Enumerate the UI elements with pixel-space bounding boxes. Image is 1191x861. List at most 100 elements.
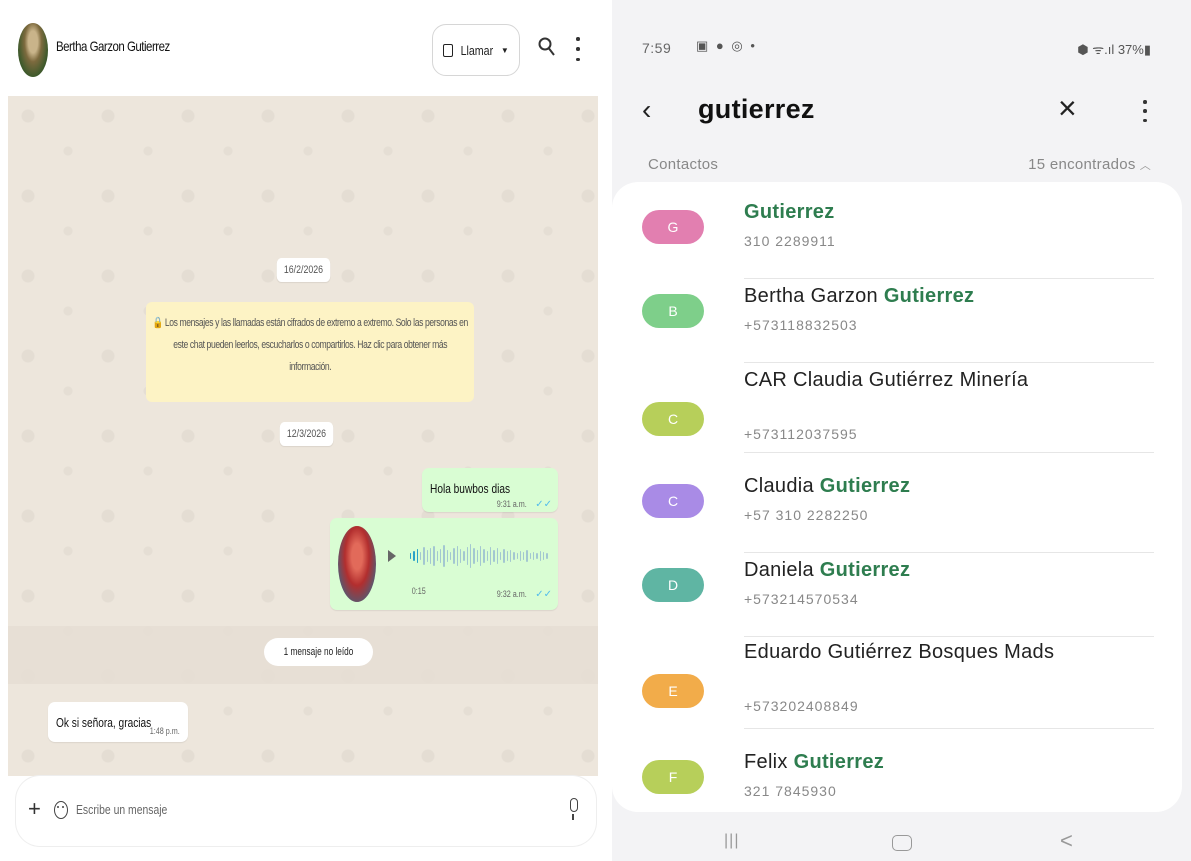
contact-row[interactable]: D Daniela Gutierrez +573214570534 [612, 556, 1182, 638]
voice-avatar [338, 526, 376, 602]
contact-name-match: Gutierrez [819, 559, 911, 581]
audio-waveform[interactable] [410, 542, 548, 570]
incoming-message[interactable]: Ok si señora, gracias 1:48 p.m. [48, 702, 188, 742]
waveform-bar [416, 549, 418, 563]
call-label: Llamar [460, 42, 494, 58]
contact-avatar: F [642, 760, 704, 794]
waveform-bar [479, 546, 482, 566]
close-icon[interactable]: × [1058, 92, 1077, 124]
waveform-bar [533, 552, 535, 560]
waveform-bar [536, 553, 538, 559]
home-icon[interactable] [892, 835, 912, 851]
waveform-bar [516, 553, 518, 559]
more-options-icon[interactable] [1142, 100, 1148, 122]
waveform-bar [443, 545, 445, 567]
play-icon[interactable] [388, 550, 396, 562]
waveform-bar [423, 547, 425, 565]
message-time: 9:32 a.m. [497, 589, 528, 599]
contact-avatar: G [642, 210, 704, 244]
contact-row[interactable]: E Eduardo Gutiérrez Bosques Mads +573202… [612, 638, 1182, 730]
message-input[interactable] [76, 802, 444, 817]
waveform-bar [433, 546, 435, 566]
contact-phone: +573112037595 [744, 426, 858, 442]
chevron-up-icon: ︿ [1139, 160, 1151, 172]
waveform-bar [483, 549, 485, 563]
waveform-bar [493, 550, 495, 562]
waveform-bar [489, 547, 492, 565]
waveform-bar [439, 549, 442, 563]
contact-name: Felix Gutierrez [744, 750, 1144, 775]
contact-phone: +573118832503 [744, 317, 858, 333]
waveform-bar [513, 552, 515, 560]
contact-avatar: C [642, 402, 704, 436]
battery-indicator: ⬢ ᯤ.ıl 37%▮ [1077, 42, 1151, 57]
waveform-bar [506, 551, 508, 561]
waveform-bar [486, 551, 488, 561]
plus-icon[interactable]: + [28, 798, 41, 820]
sticker-icon[interactable] [54, 801, 68, 819]
read-receipt-icon: ✓✓ [535, 589, 552, 600]
read-receipt-icon: ✓✓ [535, 499, 552, 510]
search-query[interactable]: gutierrez [698, 94, 815, 125]
contact-row[interactable]: F Felix Gutierrez 321 7845930 [612, 748, 1182, 808]
contact-name-text: Claudia [744, 475, 820, 497]
chat-window: Bertha Garzon Gutierrez Llamar ▼ 16/2/20… [0, 0, 606, 861]
contact-name-text: Eduardo Gutiérrez Bosques Mads [744, 641, 1055, 663]
contact-name-match: Gutierrez [793, 751, 885, 773]
message-time: 9:31 a.m. [497, 499, 528, 509]
contact-avatar: E [642, 674, 704, 708]
voice-duration: 0:15 [411, 586, 426, 596]
waveform-bar [446, 550, 448, 562]
contact-name-text: CAR Claudia Gutiérrez Minería [744, 369, 1029, 391]
waveform-bar [546, 553, 548, 559]
waveform-bar [529, 553, 532, 559]
waveform-bar [419, 552, 422, 560]
waveform-bar [436, 551, 438, 561]
waveform-bar [519, 551, 522, 561]
notification-icons: ▣ ● ◎ • [696, 38, 757, 53]
contact-row[interactable]: G Gutierrez 310 2289911 [612, 198, 1182, 280]
voice-message[interactable]: 0:15 9:32 a.m. ✓✓ [330, 518, 558, 610]
waveform-bar [410, 553, 412, 559]
contact-phone: +573214570534 [744, 591, 859, 607]
contact-row[interactable]: B Bertha Garzon Gutierrez +573118832503 [612, 282, 1182, 364]
recents-icon[interactable]: ||| [724, 832, 739, 850]
contact-avatar: D [642, 568, 704, 602]
contact-phone: 310 2289911 [744, 233, 836, 249]
search-icon[interactable] [538, 37, 556, 57]
more-options-icon[interactable] [574, 37, 582, 61]
call-button[interactable]: Llamar ▼ [432, 24, 520, 76]
contact-row[interactable]: C Claudia Gutierrez +57 310 2282250 [612, 472, 1182, 554]
contact-avatar: C [642, 484, 704, 518]
contact-list: G Gutierrez 310 2289911 B Bertha Garzon … [612, 182, 1182, 812]
contact-name[interactable]: Bertha Garzon Gutierrez [56, 38, 170, 54]
contact-avatar: B [642, 294, 704, 328]
message-composer: + [16, 776, 596, 846]
waveform-bar [456, 546, 458, 566]
mic-icon[interactable] [570, 798, 578, 820]
message-time: 1:48 p.m. [149, 726, 180, 736]
contact-name-text: Daniela [744, 559, 820, 581]
contact-row[interactable]: C CAR Claudia Gutiérrez Minería +5731120… [612, 366, 1182, 454]
unread-badge: 1 mensaje no leído [264, 638, 373, 666]
back-arrow-icon[interactable]: ‹ [642, 96, 651, 124]
outgoing-message[interactable]: Hola buwbos dias 9:31 a.m. ✓✓ [422, 468, 558, 512]
divider [744, 362, 1154, 363]
divider [744, 552, 1154, 553]
chevron-down-icon: ▼ [500, 45, 509, 55]
unread-divider: 1 mensaje no leído [8, 626, 598, 684]
contact-avatar[interactable] [18, 23, 48, 77]
waveform-bar [503, 549, 505, 563]
waveform-bar [449, 552, 452, 560]
encryption-notice[interactable]: 🔒 Los mensajes y las llamadas están cifr… [146, 302, 474, 402]
contact-name: Claudia Gutierrez [744, 474, 1144, 499]
section-label: Contactos [648, 156, 719, 173]
message-text: Ok si señora, gracias [56, 715, 152, 730]
results-count[interactable]: 15 encontrados ︿ [1028, 156, 1151, 173]
waveform-bar [469, 544, 472, 568]
contact-name: Eduardo Gutiérrez Bosques Mads [744, 640, 1144, 665]
date-separator: 16/2/2026 [276, 258, 331, 282]
chat-messages[interactable]: 16/2/2026 🔒 Los mensajes y las llamadas … [8, 96, 598, 776]
waveform-bar [459, 549, 462, 563]
back-icon[interactable]: < [1060, 828, 1073, 854]
